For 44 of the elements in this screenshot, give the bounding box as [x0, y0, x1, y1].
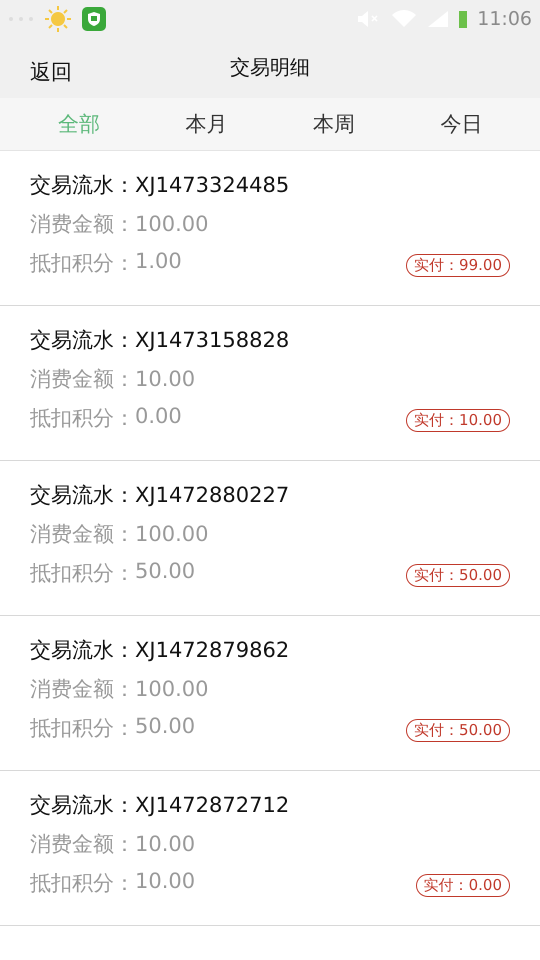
filter-tab[interactable]: 今日 [432, 106, 490, 142]
clock: 11:06 [477, 8, 532, 30]
points-label: 抵扣积分： [30, 714, 135, 742]
serial-label: 交易流水： [30, 636, 135, 664]
serial-label: 交易流水： [30, 326, 135, 354]
points-label: 抵扣积分： [30, 870, 135, 896]
points-value: 0.00 [135, 404, 182, 430]
amount-value: 100.00 [135, 212, 208, 236]
amount-label: 消费金额： [30, 210, 135, 238]
serial-number: XJ1472872712 [135, 792, 290, 816]
points-value: 50.00 [135, 714, 196, 740]
serial-number: XJ1473324485 [135, 172, 290, 196]
amount-value: 100.00 [135, 522, 208, 546]
serial-label: 交易流水： [30, 172, 135, 198]
back-button[interactable]: 返回 [30, 54, 72, 90]
amount-label: 消费金额： [30, 520, 135, 548]
points-label: 抵扣积分： [30, 560, 135, 586]
sun-icon [44, 5, 72, 33]
shield-app-icon [82, 7, 106, 31]
page-title: 交易明细 [229, 54, 311, 81]
points-label: 抵扣积分： [30, 250, 135, 276]
amount-label: 消费金额： [30, 366, 135, 392]
paid-tag: 实付：10.00 [406, 409, 510, 432]
battery-icon [459, 10, 468, 28]
serial-number: XJ1473158828 [135, 328, 290, 352]
points-value: 50.00 [135, 558, 196, 584]
amount-label: 消费金额： [30, 830, 135, 858]
serial-label: 交易流水： [30, 482, 135, 508]
paid-tag: 实付：0.00 [416, 874, 510, 897]
amount-value: 10.00 [135, 832, 196, 856]
points-value: 10.00 [135, 868, 196, 894]
paid-tag: 实付：50.00 [406, 564, 510, 587]
points-value: 1.00 [135, 248, 182, 274]
amount-value: 10.00 [135, 366, 196, 390]
paid-tag: 实付：50.00 [406, 719, 510, 742]
serial-number: XJ1472879862 [135, 638, 290, 662]
paid-tag: 实付：99.00 [406, 254, 510, 277]
filter-tab[interactable]: 本周 [304, 106, 363, 142]
filter-tab[interactable]: 本月 [177, 106, 236, 142]
amount-label: 消费金额： [30, 676, 135, 702]
serial-label: 交易流水： [30, 792, 135, 818]
serial-number: XJ1472880227 [135, 482, 290, 506]
amount-value: 100.00 [135, 676, 208, 700]
points-label: 抵扣积分： [30, 404, 135, 432]
